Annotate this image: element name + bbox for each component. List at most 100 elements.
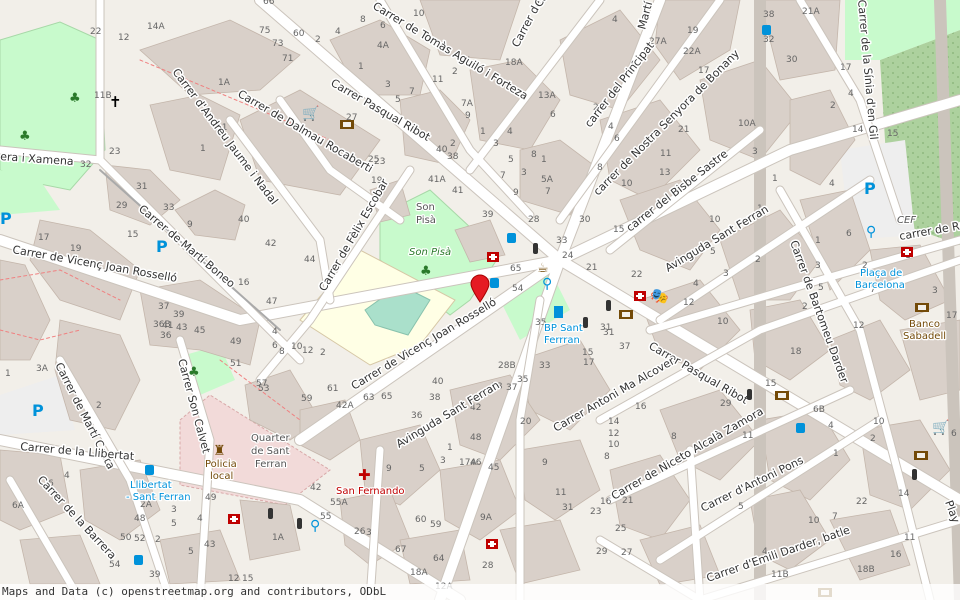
bus-stop-icon xyxy=(762,25,771,35)
house-number: 3 xyxy=(815,261,821,271)
house-number: 9 xyxy=(542,458,548,468)
house-number: 2 xyxy=(452,67,458,77)
house-number: 73 xyxy=(272,39,283,49)
bank-icon xyxy=(915,303,929,312)
house-number: 60 xyxy=(415,515,427,525)
street-label: Carrer de la xyxy=(532,0,580,10)
house-number: 33 xyxy=(163,203,174,213)
house-number: 10A xyxy=(738,119,756,129)
house-number: 17 xyxy=(946,311,957,321)
house-number: 15 xyxy=(613,225,624,235)
house-number: 45 xyxy=(194,326,205,336)
house-number: 15 xyxy=(127,230,138,240)
svg-text:✝: ✝ xyxy=(109,93,122,111)
house-number: 2 xyxy=(315,35,321,45)
placa-label-1: Plaça de xyxy=(860,268,902,279)
house-number: 7 xyxy=(545,187,551,197)
traffic-signal-icon xyxy=(268,508,273,519)
house-number: 3 xyxy=(171,505,177,515)
placa-label-2: Barcelona xyxy=(855,280,905,291)
house-number: 1 xyxy=(772,174,778,184)
san-fernando-label: San Fernando xyxy=(336,486,405,497)
house-number: 61 xyxy=(327,384,338,394)
svg-text:🛒: 🛒 xyxy=(932,419,949,436)
house-number: 59 xyxy=(301,394,313,404)
house-number: 10 xyxy=(717,317,729,327)
house-number: 1 xyxy=(200,144,206,154)
parking-icon: P xyxy=(864,179,876,198)
svg-text:🎭: 🎭 xyxy=(650,287,669,305)
house-number: 12 xyxy=(302,346,313,356)
house-number: 16 xyxy=(635,402,647,412)
house-number: 30 xyxy=(786,55,798,65)
area-label-pisa: Pisà xyxy=(416,214,436,226)
house-number: 14 xyxy=(898,489,910,499)
house-number: 1A xyxy=(218,78,231,88)
traffic-signal-icon xyxy=(912,469,917,480)
house-number: 57 xyxy=(256,379,267,389)
traffic-signal-icon xyxy=(606,300,611,311)
house-number: 4 xyxy=(829,179,835,189)
house-number: 30 xyxy=(579,215,591,225)
house-number: 40 xyxy=(436,145,448,155)
house-number: 18A xyxy=(410,568,428,578)
house-number: 5 xyxy=(419,464,425,474)
house-number: 10 xyxy=(413,9,425,19)
traffic-signal-icon xyxy=(747,389,752,400)
house-number: 11 xyxy=(742,431,753,441)
house-number: 1 xyxy=(447,443,453,453)
house-number: 8 xyxy=(531,150,537,160)
pharmacy-icon xyxy=(901,247,913,257)
house-number: 43 xyxy=(176,323,187,333)
house-number: 17 xyxy=(840,63,851,73)
house-number: 39 xyxy=(173,310,185,320)
quarter-label-2: de Sant xyxy=(251,446,289,457)
house-number: 3 xyxy=(521,168,527,178)
house-number: 59 xyxy=(430,520,442,530)
playground-icon: ♣ xyxy=(188,365,200,380)
house-number: 28B xyxy=(498,361,516,371)
svg-text:🛒: 🛒 xyxy=(302,105,319,122)
house-number: 55A xyxy=(330,498,348,508)
house-number: 41A xyxy=(428,175,446,185)
house-number: 23 xyxy=(374,157,385,167)
svg-text:⚲: ⚲ xyxy=(866,224,876,240)
house-number: 21 xyxy=(678,125,689,135)
svg-text:♣: ♣ xyxy=(19,129,31,144)
house-number: 40 xyxy=(432,377,444,387)
house-number: 25 xyxy=(615,524,626,534)
map-canvas[interactable]: 66607573712484A61013571124 18A7A913A14A22… xyxy=(0,0,960,600)
house-number: 31 xyxy=(600,323,611,333)
house-number: 3 xyxy=(752,147,758,157)
bus-stop-icon xyxy=(490,278,499,288)
house-number: 65 xyxy=(510,264,521,274)
house-number: 44 xyxy=(304,255,316,265)
house-number: 4 xyxy=(64,471,70,481)
house-number: 22 xyxy=(856,497,867,507)
house-number: 26 xyxy=(354,527,366,537)
house-number: 15 xyxy=(242,574,253,584)
map-view[interactable]: 66 60 75 73 71 2 4 8 4A 6 10 1 3 5 7 11 2 4 18A 7A 9 13A 14A 22… xyxy=(0,0,960,600)
house-number: 11 xyxy=(904,533,915,543)
house-number: 55 xyxy=(320,512,331,522)
house-number: 17 xyxy=(38,233,49,243)
house-number: 18A xyxy=(505,58,523,68)
police-icon: ♜ xyxy=(213,443,226,459)
cafe-icon: ☕ xyxy=(537,261,549,276)
house-number: 32 xyxy=(80,160,91,170)
parking-icon: P xyxy=(0,209,12,228)
house-number: 1 xyxy=(358,62,364,72)
house-number: 29 xyxy=(596,547,608,557)
bus-stop-icon xyxy=(507,233,516,243)
hospital-icon: ✚ xyxy=(358,466,371,484)
house-number: 43 xyxy=(204,540,215,550)
house-number: 42A xyxy=(336,401,354,411)
house-number: 13A xyxy=(538,91,556,101)
house-number: 3A xyxy=(36,364,49,374)
house-number: 29 xyxy=(720,399,732,409)
house-number: 5 xyxy=(171,519,177,529)
map-attribution: Maps and Data (c) openstreetmap.org and … xyxy=(0,584,960,600)
house-number: 8 xyxy=(604,452,610,462)
house-number: 7A xyxy=(461,99,474,109)
house-number: 38 xyxy=(447,152,459,162)
